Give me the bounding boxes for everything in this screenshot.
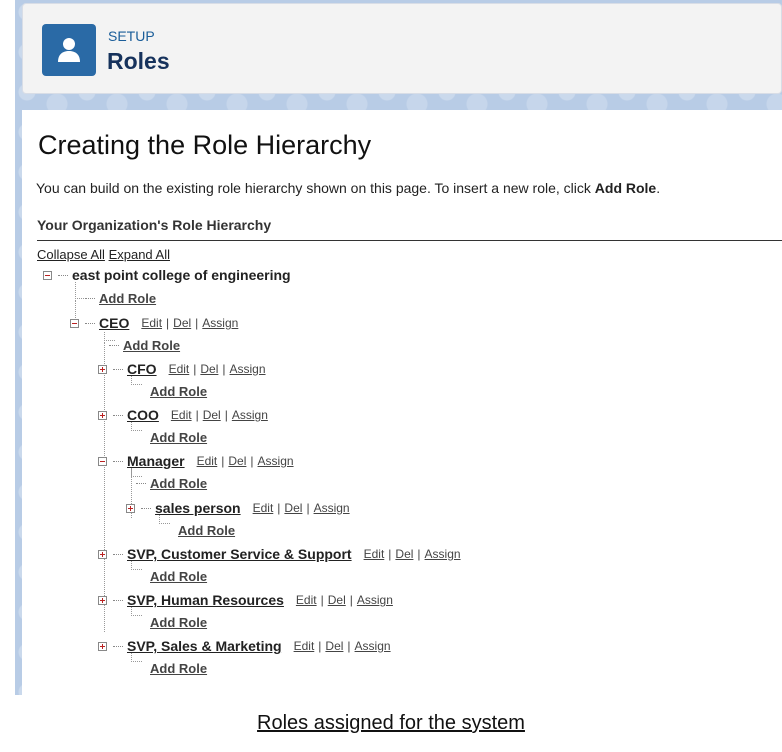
edit-link[interactable]: Edit xyxy=(364,547,385,561)
assign-link[interactable]: Assign xyxy=(232,408,268,422)
collapse-icon[interactable] xyxy=(43,270,52,280)
tree-add-role: Add Role xyxy=(109,338,180,353)
tree-connector xyxy=(58,274,68,276)
role-link-svp-customer-service[interactable]: SVP, Customer Service & Support xyxy=(127,546,352,562)
assign-link[interactable]: Assign xyxy=(355,639,391,653)
add-role-link[interactable]: Add Role xyxy=(150,569,207,584)
del-link[interactable]: Del xyxy=(200,362,218,376)
assign-link[interactable]: Assign xyxy=(314,501,350,515)
tree-connector xyxy=(131,422,142,431)
tree-connector xyxy=(104,342,105,632)
user-icon xyxy=(42,24,96,76)
tree-connector xyxy=(141,507,151,509)
tree-node-svp-human-resources: SVP, Human Resources Edit | Del | Assign xyxy=(98,592,393,608)
role-link-coo[interactable]: COO xyxy=(127,407,159,423)
tree-add-role: Add Role xyxy=(178,523,235,538)
tree-connector xyxy=(113,645,123,647)
add-role-link[interactable]: Add Role xyxy=(99,291,156,306)
del-link[interactable]: Del xyxy=(395,547,413,561)
del-link[interactable]: Del xyxy=(284,501,302,515)
add-role-link[interactable]: Add Role xyxy=(150,384,207,399)
edit-link[interactable]: Edit xyxy=(253,501,274,515)
add-role-link[interactable]: Add Role xyxy=(150,430,207,445)
page-title: Roles xyxy=(107,48,170,74)
tree-add-role: Add Role xyxy=(150,430,207,445)
role-link-svp-sales-marketing[interactable]: SVP, Sales & Marketing xyxy=(127,638,282,654)
tree-connector xyxy=(85,298,95,299)
collapse-icon[interactable] xyxy=(70,318,79,328)
tree-connector xyxy=(113,599,123,601)
add-role-link[interactable]: Add Role xyxy=(150,615,207,630)
tree-node-root: east point college of engineering xyxy=(43,267,291,283)
tree-node-cfo: CFO Edit | Del | Assign xyxy=(98,361,266,377)
page-header: SETUP Roles xyxy=(22,3,782,94)
role-link-ceo[interactable]: CEO xyxy=(99,315,129,331)
tree-node-svp-sales-marketing: SVP, Sales & Marketing Edit | Del | Assign xyxy=(98,638,391,654)
tree-node-sales-person: sales person Edit | Del | Assign xyxy=(126,500,350,516)
tree-add-role: Add Role xyxy=(150,384,207,399)
tree-connector xyxy=(109,345,119,346)
tree-connector xyxy=(113,553,123,555)
tree-add-role: Add Role xyxy=(85,291,156,306)
add-role-link[interactable]: Add Role xyxy=(123,338,180,353)
assign-link[interactable]: Assign xyxy=(357,593,393,607)
figure-caption: Roles assigned for the system xyxy=(257,712,525,734)
role-link-manager[interactable]: Manager xyxy=(127,453,185,469)
expand-icon[interactable] xyxy=(98,410,107,420)
expand-icon[interactable] xyxy=(98,641,107,651)
expand-icon[interactable] xyxy=(126,503,135,513)
tree-connector xyxy=(159,515,170,524)
tree-connector xyxy=(131,607,142,616)
assign-link[interactable]: Assign xyxy=(425,547,461,561)
edit-link[interactable]: Edit xyxy=(171,408,192,422)
edit-link[interactable]: Edit xyxy=(294,639,315,653)
del-link[interactable]: Del xyxy=(203,408,221,422)
tree-node-manager: Manager Edit | Del | Assign xyxy=(98,453,294,469)
edit-link[interactable]: Edit xyxy=(296,593,317,607)
add-role-link[interactable]: Add Role xyxy=(178,523,235,538)
add-role-link[interactable]: Add Role xyxy=(150,476,207,491)
expand-icon[interactable] xyxy=(98,595,107,605)
add-role-link[interactable]: Add Role xyxy=(150,661,207,676)
tree-add-role: Add Role xyxy=(150,569,207,584)
tree-connector xyxy=(131,653,142,662)
main-content: Creating the Role Hierarchy You can buil… xyxy=(22,110,782,695)
assign-link[interactable]: Assign xyxy=(202,316,238,330)
assign-link[interactable]: Assign xyxy=(230,362,266,376)
edit-link[interactable]: Edit xyxy=(169,362,190,376)
del-link[interactable]: Del xyxy=(228,454,246,468)
edit-link[interactable]: Edit xyxy=(197,454,218,468)
expand-icon[interactable] xyxy=(98,364,107,374)
role-link-svp-human-resources[interactable]: SVP, Human Resources xyxy=(127,592,284,608)
role-tree: east point college of engineering Add Ro… xyxy=(22,110,782,695)
tree-add-role: Add Role xyxy=(150,615,207,630)
assign-link[interactable]: Assign xyxy=(258,454,294,468)
tree-connector xyxy=(113,460,123,462)
del-link[interactable]: Del xyxy=(325,639,343,653)
del-link[interactable]: Del xyxy=(328,593,346,607)
role-link-cfo[interactable]: CFO xyxy=(127,361,157,377)
tree-connector xyxy=(85,322,95,324)
root-org-name: east point college of engineering xyxy=(72,267,291,283)
expand-icon[interactable] xyxy=(98,549,107,559)
tree-connector xyxy=(136,483,146,484)
del-link[interactable]: Del xyxy=(173,316,191,330)
tree-connector xyxy=(131,561,142,570)
edit-link[interactable]: Edit xyxy=(141,316,162,330)
tree-node-svp-customer-service: SVP, Customer Service & Support Edit | De… xyxy=(98,546,461,562)
tree-connector xyxy=(113,414,123,416)
tree-connector xyxy=(113,368,123,370)
collapse-icon[interactable] xyxy=(98,456,107,466)
role-link-sales-person[interactable]: sales person xyxy=(155,500,241,516)
breadcrumb: SETUP xyxy=(108,28,155,44)
tree-add-role: Add Role xyxy=(136,476,207,491)
tree-node-ceo: CEO Edit | Del | Assign xyxy=(70,315,238,331)
tree-connector xyxy=(131,376,142,385)
tree-node-coo: COO Edit | Del | Assign xyxy=(98,407,268,423)
tree-add-role: Add Role xyxy=(150,661,207,676)
